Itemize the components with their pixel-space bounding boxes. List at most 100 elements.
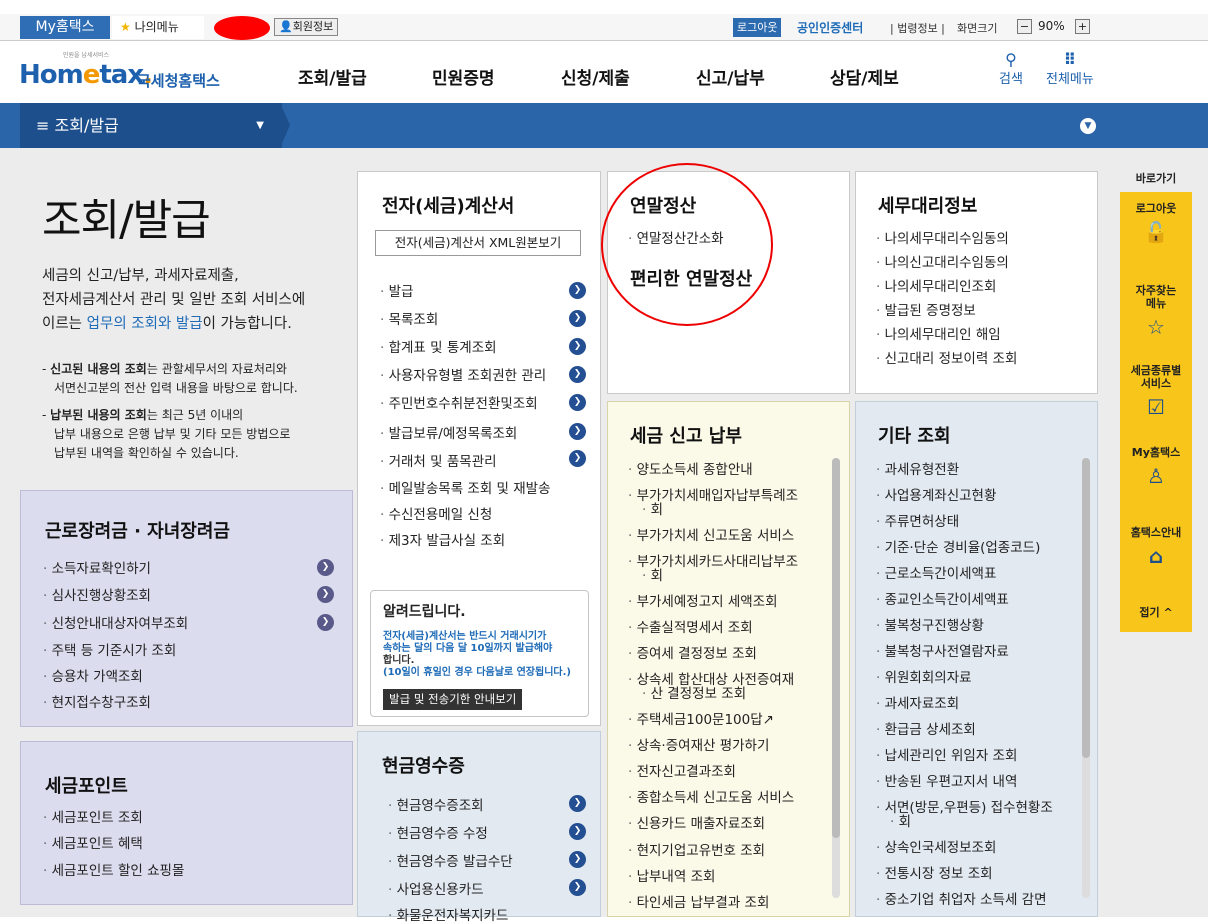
labor-item-income[interactable]: 소득자료확인하기	[43, 557, 151, 577]
other-item[interactable]: 기준·단순 경비율(업종코드)	[876, 536, 1041, 556]
myhometax-tab[interactable]: My홈택스	[20, 16, 110, 39]
arrow-right-icon[interactable]: ❯	[569, 394, 586, 411]
quick-faq-menu[interactable]: 자주찾는 메뉴 ☆	[1120, 284, 1192, 340]
labor-item-review[interactable]: 심사진행상황조회	[43, 584, 151, 604]
point-item-benefit[interactable]: 세금포인트 혜택	[43, 832, 143, 852]
other-item[interactable]: 전통시장 정보 조회	[876, 862, 993, 882]
other-item[interactable]: 종교인소득간이세액표	[876, 588, 1009, 608]
arrow-right-icon[interactable]: ❯	[317, 614, 334, 631]
einvoice-item[interactable]: 주민번호수취분전환및조회	[380, 392, 538, 412]
arrow-right-icon[interactable]: ❯	[569, 823, 586, 840]
current-menu-dropdown[interactable]: ≡ 조회/발급 ▼	[20, 103, 282, 148]
point-item-inquiry[interactable]: 세금포인트 조회	[43, 806, 143, 826]
taxpay-item[interactable]: 증여세 결정정보 조회	[628, 642, 757, 662]
cash-item[interactable]: 사업용신용카드	[388, 878, 484, 898]
arrow-right-icon[interactable]: ❯	[569, 795, 586, 812]
zoom-out-button[interactable]: −	[1017, 19, 1032, 34]
hometax-logo[interactable]: 민원을 납세서비스 Hometax. 국세청홈택스	[19, 50, 229, 95]
logout-button[interactable]: 로그아웃	[733, 18, 782, 37]
agent-item[interactable]: 나의세무대리인조회	[876, 275, 997, 295]
taxpay-item[interactable]: 부가가치세 신고도움 서비스	[628, 524, 795, 544]
taxpay-item[interactable]: 타인세금 납부결과 조회	[628, 891, 770, 911]
taxpay-item[interactable]: 신용카드 매출자료조회	[628, 812, 766, 832]
other-item[interactable]: 주류면허상태	[876, 510, 960, 530]
taxpay-item-house-faq[interactable]: 주택세금100문100답↗	[628, 708, 774, 728]
deadline-guide-button[interactable]: 발급 및 전송기한 안내보기	[383, 689, 523, 710]
taxpay-item[interactable]: 종합소득세 신고도움 서비스	[628, 786, 795, 806]
arrow-right-icon[interactable]: ❯	[569, 366, 586, 383]
gnb-report[interactable]: 신고/납부	[696, 64, 765, 89]
other-item[interactable]: 위원회회의자료	[876, 666, 972, 686]
cert-center-link[interactable]: 공인인증센터	[797, 19, 863, 36]
scrollbar-thumb[interactable]	[832, 458, 840, 838]
taxpay-item[interactable]: 전자신고결과조회	[628, 760, 736, 780]
taxpay-item[interactable]: 양도소득세 종합안내	[628, 458, 753, 478]
expand-circle-icon[interactable]: ▼	[1080, 118, 1096, 134]
quick-myhometax[interactable]: My홈택스 ♙	[1120, 446, 1192, 489]
taxpay-item[interactable]: 부가세예정고지 세액조회	[628, 590, 778, 610]
arrow-right-icon[interactable]: ❯	[569, 450, 586, 467]
agent-item[interactable]: 나의신고대리수임동의	[876, 251, 1009, 271]
taxpay-item-cont[interactable]: 회	[642, 498, 663, 518]
other-item-cont[interactable]: 회	[890, 810, 911, 830]
labor-item-car[interactable]: 승용차 가액조회	[43, 665, 143, 685]
other-item[interactable]: 불복청구진행상황	[876, 614, 984, 634]
einvoice-item[interactable]: 제3자 발급사실 조회	[380, 529, 506, 549]
einvoice-item[interactable]: 사용자유형별 조회권한 관리	[380, 364, 547, 384]
legal-info-link[interactable]: | 법령정보 |	[890, 20, 945, 36]
arrow-right-icon[interactable]: ❯	[569, 338, 586, 355]
einvoice-item[interactable]: 거래처 및 품목관리	[380, 450, 497, 470]
taxpay-item[interactable]: 상속·증여재산 평가하기	[628, 734, 770, 754]
gnb-certificate[interactable]: 민원증명	[432, 64, 495, 89]
other-item[interactable]: 납세관리인 위임자 조회	[876, 744, 1018, 764]
taxpay-item[interactable]: 현지기업고유번호 조회	[628, 839, 766, 859]
einvoice-item[interactable]: 발급보류/예정목록조회	[380, 422, 518, 442]
quick-fold[interactable]: 접기 ^	[1120, 606, 1192, 619]
labor-item-target[interactable]: 신청안내대상자여부조회	[43, 612, 189, 632]
all-menu-button[interactable]: ⠿ 전체메뉴	[1046, 52, 1094, 88]
gnb-apply[interactable]: 신청/제출	[561, 64, 630, 89]
cash-item[interactable]: 현금영수증 수정	[388, 822, 488, 842]
arrow-right-icon[interactable]: ❯	[569, 310, 586, 327]
agent-item[interactable]: 신고대리 정보이력 조회	[876, 347, 1018, 367]
other-item[interactable]: 근로소득간이세액표	[876, 562, 997, 582]
other-item[interactable]: 불복청구사전열람자료	[876, 640, 1009, 660]
taxpay-item[interactable]: 납부내역 조회	[628, 865, 716, 885]
other-item[interactable]: 반송된 우편고지서 내역	[876, 770, 1018, 790]
arrow-right-icon[interactable]: ❯	[569, 282, 586, 299]
einvoice-item[interactable]: 발급	[380, 280, 414, 300]
agent-item[interactable]: 나의세무대리수임동의	[876, 227, 1009, 247]
other-item[interactable]: 환급금 상세조회	[876, 718, 976, 738]
cash-item[interactable]: 현금영수증조회	[388, 794, 484, 814]
gnb-inquiry[interactable]: 조회/발급	[298, 64, 367, 89]
point-item-mall[interactable]: 세금포인트 할인 쇼핑몰	[43, 859, 185, 879]
other-item[interactable]: 과세자료조회	[876, 692, 960, 712]
agent-item[interactable]: 나의세무대리인 해임	[876, 323, 1001, 343]
cash-item[interactable]: 현금영수증 발급수단	[388, 850, 513, 870]
labor-item-house[interactable]: 주택 등 기준시가 조회	[43, 639, 177, 659]
einvoice-item[interactable]: 수신전용메일 신청	[380, 503, 493, 523]
member-info-button[interactable]: 👤회원정보	[274, 18, 339, 36]
zoom-in-button[interactable]: +	[1075, 19, 1090, 34]
arrow-right-icon[interactable]: ❯	[317, 559, 334, 576]
other-item[interactable]: 과세유형전환	[876, 458, 960, 478]
my-menu-tab[interactable]: ★ 나의메뉴	[112, 16, 204, 39]
arrow-right-icon[interactable]: ❯	[569, 423, 586, 440]
quick-hometax-guide[interactable]: 홈택스안내 ⌂	[1120, 526, 1192, 569]
quick-logout[interactable]: 로그아웃 🔓	[1120, 202, 1192, 245]
quick-tax-type[interactable]: 세금종류별 서비스 ☑	[1120, 364, 1192, 420]
arrow-right-icon[interactable]: ❯	[569, 851, 586, 868]
labor-item-desk[interactable]: 현지접수창구조회	[43, 691, 151, 711]
agent-item[interactable]: 발급된 증명정보	[876, 299, 976, 319]
arrow-right-icon[interactable]: ❯	[569, 879, 586, 896]
taxpay-item-cont[interactable]: 회	[642, 564, 663, 584]
other-item[interactable]: 상속인국세정보조회	[876, 836, 997, 856]
scrollbar-thumb[interactable]	[1082, 458, 1090, 758]
xml-view-button[interactable]: 전자(세금)계산서 XML원본보기	[375, 230, 581, 256]
einvoice-item[interactable]: 합계표 및 통계조회	[380, 336, 497, 356]
cash-item[interactable]: 화물운전자복지카드	[388, 904, 509, 924]
einvoice-item[interactable]: 메일발송목록 조회 및 재발송	[380, 477, 551, 497]
other-item[interactable]: 사업용계좌신고현황	[876, 484, 997, 504]
gnb-consult[interactable]: 상담/제보	[830, 64, 899, 89]
arrow-right-icon[interactable]: ❯	[317, 586, 334, 603]
